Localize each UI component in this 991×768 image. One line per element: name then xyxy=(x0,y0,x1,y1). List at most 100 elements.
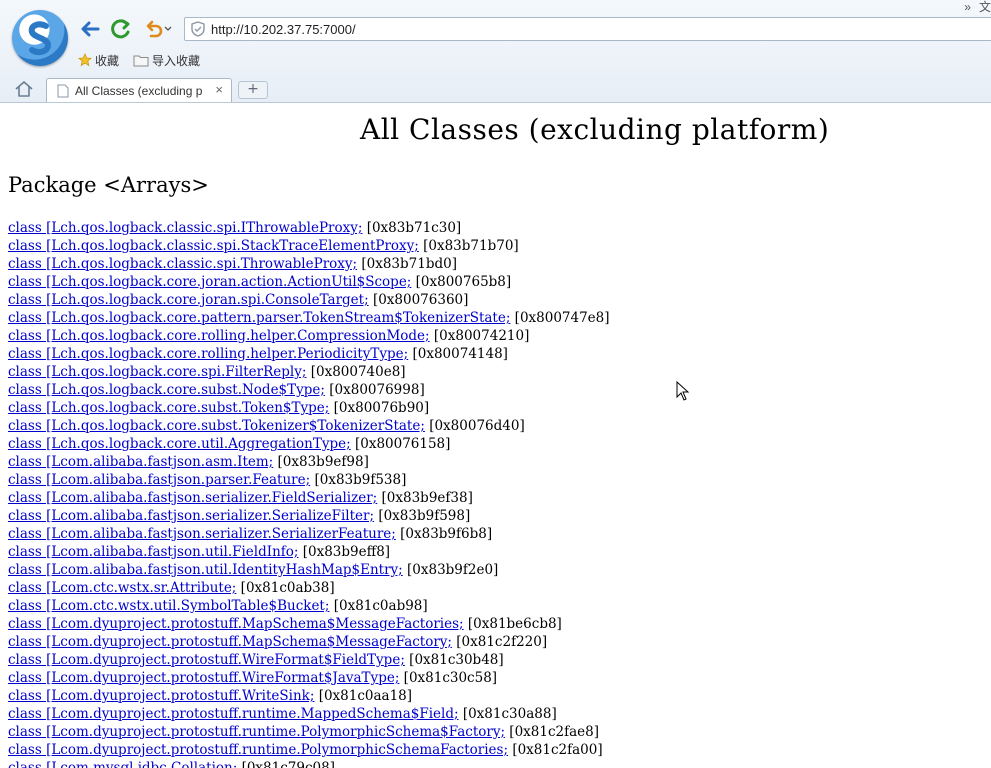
class-link[interactable]: class [Lch.qos.logback.core.subst.Token$… xyxy=(8,400,329,416)
class-link[interactable]: class [Lch.qos.logback.core.spi.FilterRe… xyxy=(8,364,306,380)
favorites-button[interactable]: 收藏 xyxy=(78,52,119,69)
undo-close-button[interactable] xyxy=(141,18,175,40)
address-bar[interactable] xyxy=(184,17,991,41)
class-list-item: class [Lcom.dyuproject.protostuff.MapSch… xyxy=(8,633,610,651)
class-link[interactable]: class [Lcom.alibaba.fastjson.serializer.… xyxy=(8,508,374,524)
package-heading: Package <Arrays> xyxy=(8,173,209,197)
class-list-item: class [Lcom.dyuproject.protostuff.runtim… xyxy=(8,723,610,741)
class-link[interactable]: class [Lcom.alibaba.fastjson.serializer.… xyxy=(8,526,396,542)
class-link[interactable]: class [Lcom.ctc.wstx.util.SymbolTable$Bu… xyxy=(8,598,329,614)
class-list-item: class [Lch.qos.logback.core.subst.Tokeni… xyxy=(8,417,610,435)
class-list-item: class [Lch.qos.logback.core.rolling.help… xyxy=(8,345,610,363)
class-address: [0x81c0ab38] xyxy=(240,580,335,596)
class-link[interactable]: class [Lcom.alibaba.fastjson.asm.Item; xyxy=(8,454,273,470)
new-tab-button[interactable]: + xyxy=(238,81,268,99)
class-link[interactable]: class [Lch.qos.logback.core.joran.spi.Co… xyxy=(8,292,369,308)
chevron-down-icon xyxy=(164,26,172,31)
tab-active[interactable]: All Classes (excluding p × xyxy=(46,78,232,102)
class-address: [0x83b9ef98] xyxy=(277,454,369,470)
import-favorites-button[interactable]: 导入收藏 xyxy=(133,52,200,69)
class-address: [0x81be6cb8] xyxy=(467,616,562,632)
class-address: [0x80076b90] xyxy=(333,400,430,416)
class-link[interactable]: class [Lch.qos.logback.classic.spi.Throw… xyxy=(8,256,357,272)
class-address: [0x83b9f2e0] xyxy=(407,562,499,578)
class-link[interactable]: class [Lcom.dyuproject.protostuff.WireFo… xyxy=(8,670,399,686)
undo-icon xyxy=(146,20,163,38)
class-link[interactable]: class [Lch.qos.logback.core.rolling.help… xyxy=(8,346,408,362)
security-shield-icon xyxy=(191,21,205,37)
class-link[interactable]: class [Lch.qos.logback.classic.spi.IThro… xyxy=(8,220,362,236)
class-link[interactable]: class [Lcom.dyuproject.protostuff.runtim… xyxy=(8,706,459,722)
class-link[interactable]: class [Lcom.dyuproject.protostuff.MapSch… xyxy=(8,634,452,650)
class-list-item: class [Lcom.alibaba.fastjson.util.Identi… xyxy=(8,561,610,579)
class-address: [0x81c0ab98] xyxy=(333,598,428,614)
top-right-controls: » 文 xyxy=(956,0,991,15)
class-list-item: class [Lcom.mysql.jdbc.Collation; [0x81c… xyxy=(8,759,610,768)
class-list-item: class [Lch.qos.logback.classic.spi.Throw… xyxy=(8,255,610,273)
class-address: [0x83b71bd0] xyxy=(361,256,457,272)
class-list-item: class [Lch.qos.logback.classic.spi.Stack… xyxy=(8,237,610,255)
top-right-text[interactable]: 文 xyxy=(979,0,991,14)
class-address: [0x80076998] xyxy=(329,382,425,398)
class-list-item: class [Lcom.ctc.wstx.sr.Attribute; [0x81… xyxy=(8,579,610,597)
class-address: [0x80074148] xyxy=(412,346,508,362)
tab-close-icon[interactable]: × xyxy=(215,82,223,97)
refresh-button[interactable] xyxy=(109,18,133,40)
browser-logo[interactable] xyxy=(12,10,68,66)
class-address: [0x83b71b70] xyxy=(423,238,519,254)
class-link[interactable]: class [Lch.qos.logback.core.subst.Tokeni… xyxy=(8,418,425,434)
page-content: All Classes (excluding platform) Package… xyxy=(0,103,991,768)
class-list-item: class [Lcom.dyuproject.protostuff.WireFo… xyxy=(8,651,610,669)
class-link[interactable]: class [Lch.qos.logback.core.subst.Node$T… xyxy=(8,382,325,398)
class-address: [0x83b71c30] xyxy=(366,220,462,236)
class-link[interactable]: class [Lcom.dyuproject.protostuff.MapSch… xyxy=(8,616,464,632)
class-link[interactable]: class [Lch.qos.logback.core.pattern.pars… xyxy=(8,310,510,326)
class-address: [0x81c30b48] xyxy=(409,652,504,668)
class-link[interactable]: class [Lcom.dyuproject.protostuff.runtim… xyxy=(8,724,505,740)
page-icon xyxy=(57,84,69,98)
class-link[interactable]: class [Lch.qos.logback.core.util.Aggrega… xyxy=(8,436,351,452)
class-list-item: class [Lcom.dyuproject.protostuff.MapSch… xyxy=(8,615,610,633)
tab-title: All Classes (excluding p xyxy=(75,84,203,98)
class-list-item: class [Lcom.alibaba.fastjson.util.FieldI… xyxy=(8,543,610,561)
url-input[interactable] xyxy=(211,20,971,38)
class-link[interactable]: class [Lch.qos.logback.core.joran.action… xyxy=(8,274,411,290)
more-chevron-icon[interactable]: » xyxy=(964,0,971,14)
class-address: [0x83b9ef38] xyxy=(381,490,473,506)
class-address: [0x81c30a88] xyxy=(462,706,557,722)
class-list-item: class [Lcom.dyuproject.protostuff.runtim… xyxy=(8,705,610,723)
class-link[interactable]: class [Lcom.alibaba.fastjson.util.Identi… xyxy=(8,562,403,578)
class-address: [0x800765b8] xyxy=(415,274,512,290)
folder-icon xyxy=(133,55,149,66)
class-list-item: class [Lcom.alibaba.fastjson.serializer.… xyxy=(8,507,610,525)
home-icon xyxy=(15,81,33,97)
class-list-item: class [Lcom.alibaba.fastjson.serializer.… xyxy=(8,525,610,543)
class-list-item: class [Lcom.dyuproject.protostuff.WireFo… xyxy=(8,669,610,687)
home-button[interactable] xyxy=(14,80,34,102)
tab-bar: All Classes (excluding p × + xyxy=(0,76,991,102)
class-link[interactable]: class [Lcom.dyuproject.protostuff.runtim… xyxy=(8,742,508,758)
favorites-label: 收藏 xyxy=(95,53,120,68)
class-link[interactable]: class [Lcom.mysql.jdbc.Collation; xyxy=(8,760,237,768)
class-link[interactable]: class [Lcom.alibaba.fastjson.serializer.… xyxy=(8,490,377,506)
class-address: [0x83b9eff8] xyxy=(302,544,391,560)
class-address: [0x83b9f598] xyxy=(378,508,471,524)
class-link[interactable]: class [Lcom.alibaba.fastjson.parser.Feat… xyxy=(8,472,310,488)
class-list: class [Lch.qos.logback.classic.spi.IThro… xyxy=(8,219,610,768)
class-address: [0x800747e8] xyxy=(514,310,610,326)
class-list-item: class [Lch.qos.logback.core.subst.Node$T… xyxy=(8,381,610,399)
back-button[interactable] xyxy=(78,18,102,40)
class-link[interactable]: class [Lcom.dyuproject.protostuff.WriteS… xyxy=(8,688,314,704)
class-link[interactable]: class [Lcom.dyuproject.protostuff.WireFo… xyxy=(8,652,405,668)
class-link[interactable]: class [Lcom.ctc.wstx.sr.Attribute; xyxy=(8,580,236,596)
class-address: [0x81c2fa00] xyxy=(512,742,603,758)
class-address: [0x81c2fae8] xyxy=(509,724,599,740)
class-list-item: class [Lch.qos.logback.core.joran.action… xyxy=(8,273,610,291)
class-link[interactable]: class [Lch.qos.logback.classic.spi.Stack… xyxy=(8,238,419,254)
class-address: [0x81c30c58] xyxy=(403,670,498,686)
class-link[interactable]: class [Lch.qos.logback.core.rolling.help… xyxy=(8,328,430,344)
class-list-item: class [Lch.qos.logback.core.pattern.pars… xyxy=(8,309,610,327)
browser-chrome: »文 收藏 导入收藏 All Classes (excluding p xyxy=(0,0,991,103)
class-link[interactable]: class [Lcom.alibaba.fastjson.util.FieldI… xyxy=(8,544,298,560)
class-address: [0x81c0aa18] xyxy=(318,688,413,704)
